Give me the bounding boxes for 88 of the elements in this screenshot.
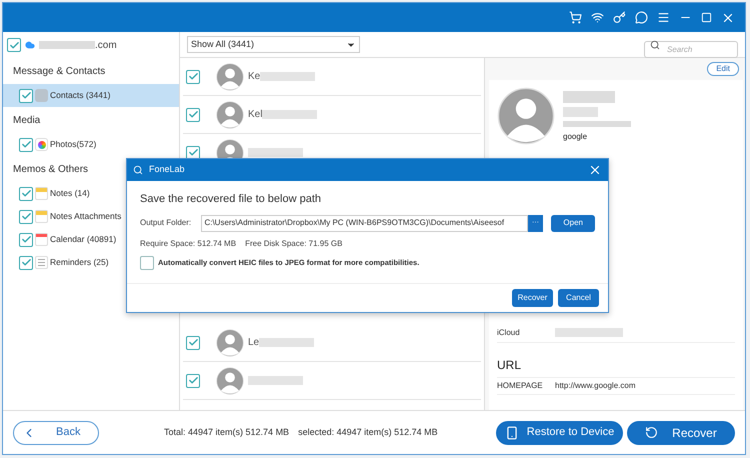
- redacted-name: [248, 148, 303, 157]
- redacted-name: [259, 338, 314, 347]
- back-button[interactable]: Back: [13, 420, 99, 444]
- check-icon: [20, 188, 32, 199]
- redacted-name: [262, 110, 318, 119]
- redacted-name: [260, 72, 316, 81]
- redacted-value: [555, 328, 623, 337]
- recover-button[interactable]: Recover: [627, 420, 735, 444]
- check-icon: [188, 147, 198, 158]
- avatar-icon: [216, 328, 244, 356]
- redacted-name: [563, 107, 598, 117]
- checkbox[interactable]: [7, 38, 21, 52]
- search-field[interactable]: Search: [644, 41, 738, 58]
- contact-name: Le: [248, 336, 260, 350]
- recover-button[interactable]: Recover: [512, 289, 553, 307]
- section-heading: URL: [497, 357, 522, 374]
- checkbox[interactable]: [19, 256, 33, 270]
- avatar-icon: [216, 100, 244, 128]
- contact-name: Kel: [248, 108, 262, 122]
- search-icon: [650, 40, 660, 50]
- checkbox[interactable]: [186, 108, 200, 122]
- dialog-title: FoneLab: [149, 163, 185, 176]
- avatar-icon: [497, 87, 555, 145]
- check-icon: [188, 337, 198, 348]
- checkbox[interactable]: [186, 70, 200, 84]
- selected-text: selected: 44947 item(s) 512.74 MB: [298, 426, 438, 439]
- sidebar-item[interactable]: Contacts (3441): [3, 84, 179, 107]
- check-icon: [188, 71, 198, 82]
- cancel-button[interactable]: Cancel: [558, 289, 599, 307]
- phone-icon: [504, 426, 519, 440]
- redacted-email: [39, 41, 95, 49]
- group-title: Memos & Others: [13, 162, 88, 176]
- group-title: Media: [13, 114, 40, 128]
- key-icon[interactable]: [613, 11, 626, 24]
- require-space-text: Require Space: 512.74 MB: [140, 238, 236, 250]
- redacted-name: [563, 121, 631, 127]
- check-icon: [188, 109, 198, 120]
- check-icon: [8, 40, 20, 50]
- field-label: HOMEPAGE: [497, 380, 544, 392]
- check-icon: [20, 139, 32, 150]
- check-icon: [20, 234, 32, 245]
- group-title: Message & Contacts: [13, 64, 106, 78]
- notes-icon: [35, 210, 48, 223]
- redacted-name: [248, 376, 303, 385]
- company-text: google: [563, 131, 588, 143]
- list-icon: [35, 256, 48, 269]
- redacted-name: [563, 91, 615, 103]
- app-icon: [133, 165, 143, 175]
- field-value: http://www.google.com: [555, 380, 636, 392]
- free-space-text: Free Disk Space: 71.95 GB: [245, 238, 342, 250]
- check-icon: [188, 375, 198, 386]
- checkbox[interactable]: [19, 232, 33, 246]
- avatar-icon: [216, 62, 244, 90]
- checkbox[interactable]: [19, 138, 33, 152]
- field-label: iCloud: [497, 326, 521, 338]
- open-button[interactable]: Open: [551, 214, 595, 232]
- cart-icon[interactable]: [569, 11, 582, 24]
- check-icon: [20, 211, 32, 222]
- checkbox[interactable]: [140, 256, 154, 270]
- cloud-icon: [25, 40, 35, 50]
- checkbox[interactable]: [186, 336, 200, 350]
- dialog-heading: Save the recovered file to below path: [140, 192, 322, 207]
- checkbox[interactable]: [19, 88, 33, 102]
- account-label: .com: [95, 38, 117, 52]
- check-icon: [20, 257, 32, 268]
- undo-icon: [645, 426, 658, 439]
- total-text: Total: 44947 item(s) 512.74 MB: [164, 426, 290, 439]
- contacts-icon: [35, 89, 48, 102]
- checkbox[interactable]: [186, 374, 200, 388]
- avatar-icon: [216, 366, 244, 394]
- calendar-icon: [35, 233, 48, 246]
- filter-dropdown[interactable]: Show All (3441): [187, 36, 360, 53]
- contact-name: Ke: [248, 70, 260, 84]
- menu-icon[interactable]: [657, 11, 670, 24]
- check-icon: [20, 90, 32, 101]
- checkbox[interactable]: [19, 186, 33, 200]
- sidebar-item[interactable]: Photos(572): [3, 133, 179, 156]
- maximize-icon[interactable]: [701, 12, 712, 23]
- close-icon[interactable]: [588, 163, 602, 177]
- folder-label: Output Folder:: [140, 217, 192, 229]
- checkbox[interactable]: [19, 210, 33, 224]
- notes-icon: [35, 187, 48, 200]
- restore-button[interactable]: Restore to Device: [496, 420, 623, 444]
- chat-icon[interactable]: [635, 11, 648, 24]
- checkbox[interactable]: [186, 146, 200, 160]
- edit-button[interactable]: Edit: [707, 62, 739, 76]
- flower-icon: [35, 138, 48, 151]
- folder-field[interactable]: C:\Users\Administrator\Dropbox\My PC (WIN-B6PS9OTM3CG)\Documents\Aiseesof: [201, 214, 528, 232]
